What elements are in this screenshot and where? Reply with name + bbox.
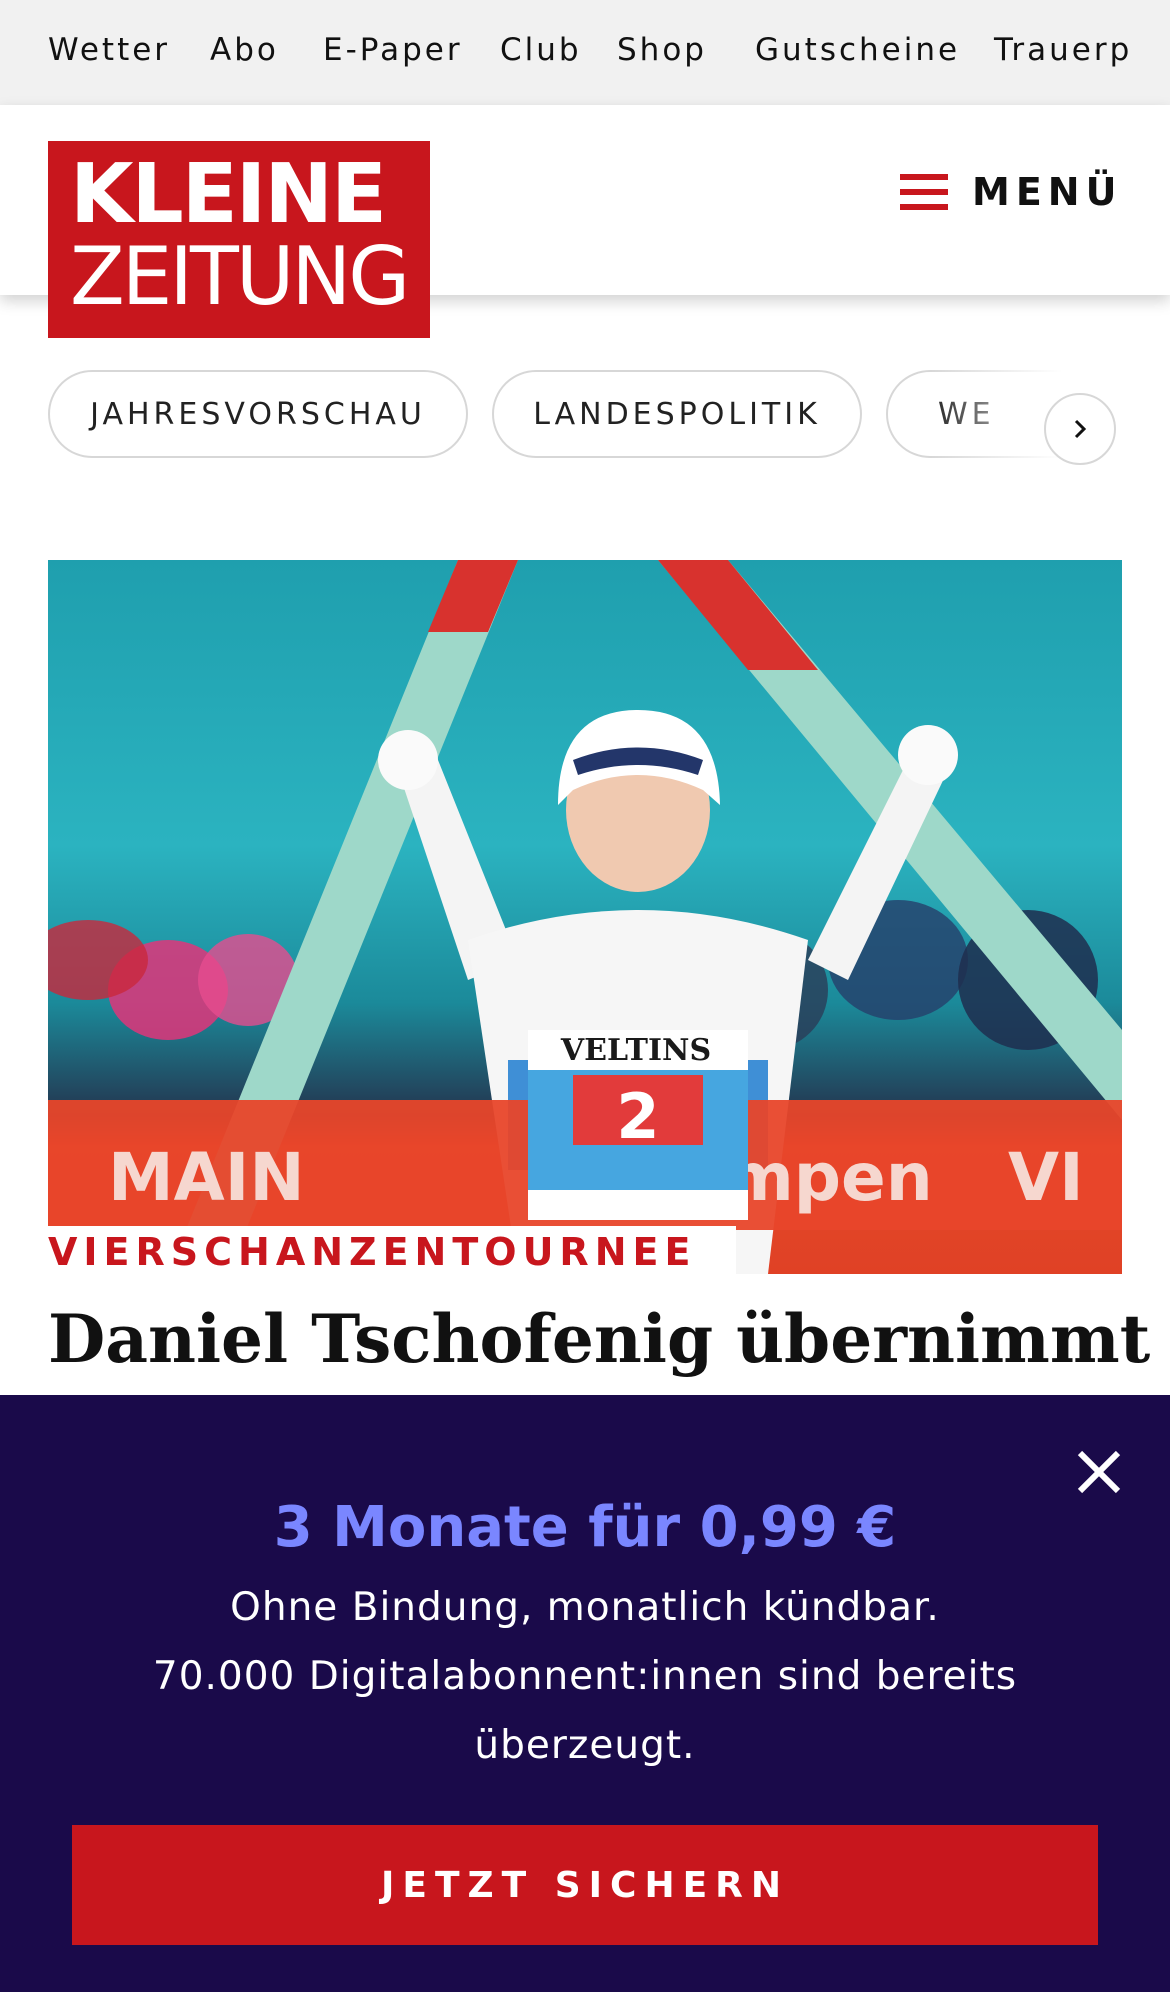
site-logo[interactable]: KLEINE ZEITUNG xyxy=(48,141,430,338)
chips-scroll-next-button[interactable] xyxy=(1044,393,1116,465)
promo-description: Ohne Bindung, monatlich kündbar. 70.000 … xyxy=(140,1573,1030,1780)
menu-button[interactable]: MENÜ xyxy=(900,167,1122,217)
promo-line-1: Ohne Bindung, monatlich kündbar. xyxy=(230,1585,940,1630)
chevron-right-icon xyxy=(1074,419,1087,439)
nav-link-shop[interactable]: Shop xyxy=(617,32,707,68)
nav-link-epaper[interactable]: E-Paper xyxy=(323,32,463,68)
menu-label: MENÜ xyxy=(972,170,1123,214)
nav-link-wetter[interactable]: Wetter xyxy=(48,32,170,68)
chip-jahresvorschau[interactable]: JAHRESVORSCHAU xyxy=(48,370,468,458)
logo-line-2: ZEITUNG xyxy=(70,230,410,323)
banner-text-right: VI xyxy=(1008,1139,1084,1216)
nav-link-club[interactable]: Club xyxy=(500,32,582,68)
article-headline[interactable]: Daniel Tschofenig übernimmt xyxy=(48,1300,1150,1378)
jetzt-sichern-button[interactable]: JETZT SICHERN xyxy=(72,1825,1098,1945)
ski-jumper-illustration: MAIN umpen VI VELTINS 2 xyxy=(48,560,1122,1274)
nav-link-trauerportal[interactable]: Trauerp xyxy=(994,32,1132,68)
hamburger-icon xyxy=(900,174,948,210)
banner-text-left: MAIN xyxy=(108,1139,305,1216)
bib-sponsor-text: VELTINS xyxy=(560,1033,711,1068)
topic-chip-bar: JAHRESVORSCHAU LANDESPOLITIK WE xyxy=(0,368,1170,460)
article-hero-image[interactable]: MAIN umpen VI VELTINS 2 xyxy=(48,560,1122,1274)
nav-link-gutscheine[interactable]: Gutscheine xyxy=(755,32,960,68)
nav-link-abo[interactable]: Abo xyxy=(210,32,279,68)
chip-landespolitik[interactable]: LANDESPOLITIK xyxy=(492,370,862,458)
site-header: KLEINE ZEITUNG MENÜ xyxy=(0,105,1170,338)
close-promo-button[interactable] xyxy=(1072,1445,1126,1499)
top-utility-nav: Wetter Abo E-Paper Club Shop Gutscheine … xyxy=(0,0,1170,105)
subscription-promo-overlay: 3 Monate für 0,99 € Ohne Bindung, monatl… xyxy=(0,1395,1170,1992)
close-icon xyxy=(1077,1450,1121,1494)
promo-title: 3 Monate für 0,99 € xyxy=(273,1495,897,1560)
bib-number-text: 2 xyxy=(616,1080,659,1153)
logo-line-1: KLEINE xyxy=(70,147,387,242)
article-kicker[interactable]: VIERSCHANZENTOURNEE xyxy=(48,1226,737,1280)
promo-line-2: 70.000 Digitalabonnent:innen sind bereit… xyxy=(152,1654,1018,1768)
